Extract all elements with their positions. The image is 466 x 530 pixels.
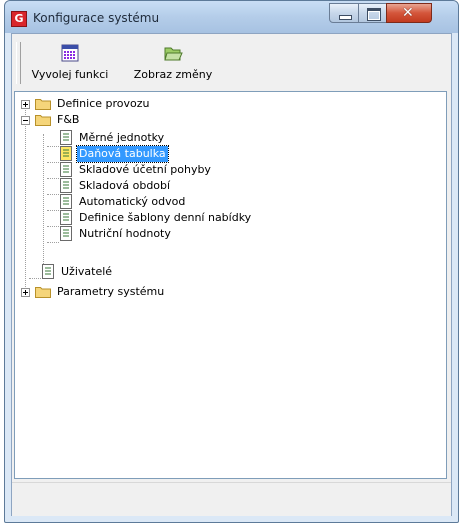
tree-connector (25, 110, 26, 295)
client-area: Vyvolej funkci Zobraz změny Definice pro… (11, 33, 452, 516)
configuration-tree[interactable]: Definice provozu F&B Měrné jednotky Daňo… (14, 91, 447, 479)
calendar-icon (61, 44, 79, 62)
close-icon: ✕ (402, 5, 414, 21)
document-icon (60, 194, 72, 209)
tree-node-label: Skladové účetní pohyby (79, 163, 211, 176)
document-icon (60, 178, 72, 193)
tree-node-definice-sablony[interactable]: Definice šablony denní nabídky (59, 210, 359, 226)
toolbar: Vyvolej funkci Zobraz změny (12, 34, 451, 91)
tree-node-uzivatele[interactable]: Uživatelé (41, 264, 241, 280)
tree-connector (47, 226, 59, 227)
invoke-function-button[interactable]: Vyvolej funkci (21, 44, 119, 90)
maximize-button[interactable] (358, 3, 387, 23)
tree-node-label: Měrné jednotky (79, 131, 165, 144)
title-bar[interactable]: G Konfigurace systému ✕ (5, 1, 458, 33)
tree-node-skladova-obdobi[interactable]: Skladová období (59, 178, 339, 194)
invoke-function-label: Vyvolej funkci (31, 68, 109, 81)
tree-node-skladove-ucetni-pohyby[interactable]: Skladové účetní pohyby (59, 162, 339, 178)
tree-connector (47, 194, 59, 195)
folder-icon (35, 99, 51, 110)
document-icon (60, 130, 72, 145)
tree-node-label: Skladová období (79, 179, 171, 192)
tree-node-parametry-systemu[interactable]: Parametry systému (21, 284, 241, 300)
tree-node-label: Definice šablony denní nabídky (79, 211, 252, 224)
tree-connector (47, 210, 59, 211)
tree-node-label: F&B (57, 113, 80, 126)
open-folder-icon (164, 47, 183, 61)
app-icon: G (11, 11, 27, 27)
window-title: Konfigurace systému (33, 11, 160, 25)
document-icon (42, 264, 54, 279)
tree-connector (47, 146, 59, 147)
document-icon (60, 210, 72, 225)
tree-node-label: Definice provozu (57, 97, 150, 110)
tree-connector (43, 134, 44, 278)
tree-node-label: Nutriční hodnoty (79, 227, 171, 240)
show-changes-button[interactable]: Zobraz změny (124, 44, 222, 90)
document-icon (60, 226, 72, 241)
tree-node-automaticky-odvod[interactable]: Automatický odvod (59, 194, 339, 210)
tree-connector (47, 162, 59, 163)
status-bar (12, 482, 451, 516)
tree-node-label: Uživatelé (61, 265, 113, 278)
tree-node-definice-provozu[interactable]: Definice provozu (21, 96, 221, 112)
tree-node-label: Parametry systému (57, 285, 165, 298)
maximize-icon (367, 8, 381, 21)
tree-node-label: Automatický odvod (79, 195, 186, 208)
close-button[interactable]: ✕ (386, 3, 432, 23)
main-window: G Konfigurace systému ✕ Vyvolej funkci Z… (4, 0, 459, 523)
tree-connector (29, 278, 41, 279)
tree-node-label: Daňová tabulka (76, 145, 169, 163)
folder-icon (35, 287, 51, 298)
folder-icon (35, 115, 51, 126)
minimize-button[interactable] (329, 3, 359, 23)
show-changes-label: Zobraz změny (133, 68, 213, 81)
collapse-icon[interactable] (21, 116, 30, 125)
document-icon (60, 162, 72, 177)
minimize-icon (339, 15, 352, 20)
tree-node-nutricni-hodnoty[interactable]: Nutriční hodnoty (59, 226, 339, 242)
document-icon (60, 146, 72, 161)
tree-connector (47, 242, 59, 243)
tree-connector (47, 178, 59, 179)
expand-icon[interactable] (21, 100, 30, 109)
tree-node-fb[interactable]: F&B (21, 112, 221, 128)
expand-icon[interactable] (21, 288, 30, 297)
tree-node-danova-tabulka[interactable]: Daňová tabulka (59, 145, 339, 163)
tree-node-merne-jednotky[interactable]: Měrné jednotky (59, 130, 339, 146)
